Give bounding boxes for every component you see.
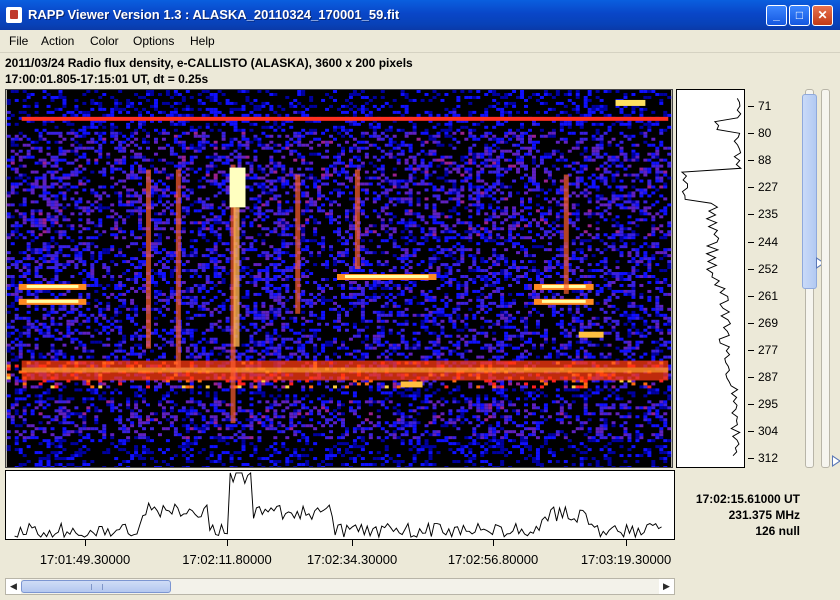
emission-band [26,299,79,303]
cursor-frequency: 231.375 MHz [728,508,800,522]
time-tick-label: 17:02:56.80000 [447,552,539,567]
time-tick-mark [85,540,86,546]
time-tick-label: 17:01:49.30000 [39,552,131,567]
minimize-icon: _ [773,8,780,22]
frequency-tick-mark [748,268,754,270]
emission-band [21,367,669,373]
menu-help[interactable]: Help [190,34,215,48]
frequency-tick-label: 88 [758,153,772,168]
frequency-tick-label: 261 [758,288,779,303]
java-app-icon [6,7,22,23]
time-profile-plot[interactable] [5,470,675,540]
frequency-tick-mark [748,377,754,378]
cursor-value: 126 null [755,524,800,538]
frequency-tick-label: 252 [758,261,779,276]
frequency-tick-mark [748,322,754,324]
burst-column [175,169,181,369]
frequency-profile-plot[interactable] [676,89,745,468]
scroll-thumb[interactable] [21,580,171,593]
frequency-axis: 71 80 88 227 235 244 252 261 269 277 287 295 304 312 [745,89,795,468]
frequency-tick-label: 244 [758,234,779,249]
frequency-tick-label: 287 [758,370,779,384]
frequency-tick-mark [748,458,754,460]
time-tick-label: 17:02:34.30000 [306,552,398,567]
burst-column [295,174,301,314]
upper-frequency-scroll[interactable] [802,89,825,468]
frequency-tick-mark [748,133,754,135]
burst-column [563,174,569,294]
close-icon: ✕ [817,8,828,22]
scroll-track [821,89,830,468]
emission-band [26,284,79,288]
frequency-tick-mark [748,187,754,189]
frequency-tick-label: 312 [758,451,779,466]
window-title: RAPP Viewer Version 1.3 : ALASKA_2011032… [28,7,400,22]
maximize-button[interactable]: □ [789,5,810,26]
emission-band [578,331,604,338]
time-scrollbar[interactable]: ◀ ▶ [5,578,675,595]
frequency-tick-label: 304 [758,424,779,439]
time-tick-mark [626,540,627,546]
slider-pointer-icon[interactable] [832,455,840,467]
frequency-tick-mark [748,295,754,297]
burst-column [233,207,240,347]
minimize-button[interactable]: _ [766,5,787,26]
emission-band [615,99,646,106]
frequency-tick-mark [748,241,754,243]
burst-column [354,169,360,270]
frequency-tick-label: 71 [758,99,772,113]
emission-band [344,275,429,279]
emission-band [541,299,586,303]
scroll-left-icon[interactable]: ◀ [6,579,21,594]
frequency-tick-mark [748,106,754,107]
frequency-tick-label: 80 [758,126,772,141]
frequency-tick-mark [748,214,754,216]
emission-band [400,381,423,388]
frequency-tick-label: 235 [758,207,779,222]
cursor-time: 17:02:15.61000 UT [695,492,800,506]
grip-icon [91,584,103,590]
time-range-info: 17:00:01.805-17:15:01 UT, dt = 0.25s [5,72,209,86]
scroll-right-icon[interactable]: ▶ [659,579,674,594]
time-axis: 17:01:49.30000 17:02:11.80000 17:02:34.300… [5,540,675,574]
frequency-tick-label: 227 [758,180,779,195]
frequency-tick-mark [748,349,754,351]
time-tick-label: 17:02:11.80000 [182,552,272,567]
scroll-thumb[interactable] [802,94,817,289]
burst-column [146,169,151,349]
frequency-tick-label: 295 [758,397,779,412]
frequency-tick-label: 277 [758,342,779,357]
time-tick-mark [493,540,494,546]
menu-color[interactable]: Color [90,34,119,48]
frequency-tick-mark [748,431,754,433]
spectrogram-image[interactable] [5,89,673,468]
emission-band [21,116,669,121]
menu-bar: File Action Color Options Help [0,30,840,53]
burst-column [229,167,246,208]
menu-action[interactable]: Action [41,34,74,48]
menu-file[interactable]: File [9,34,28,48]
time-profile-line [14,471,662,539]
menu-options[interactable]: Options [133,34,174,48]
maximize-icon: □ [795,8,804,22]
time-tick-label: 17:03:19.30000 [580,552,672,567]
frequency-tick-mark [748,160,754,162]
time-tick-mark [227,540,228,546]
frequency-tick-label: 269 [758,315,779,330]
time-tick-mark [352,540,353,546]
frequency-tick-mark [748,404,754,406]
window-titlebar[interactable]: RAPP Viewer Version 1.3 : ALASKA_2011032… [0,0,840,30]
close-button[interactable]: ✕ [812,5,833,26]
frequency-profile-line [680,98,743,457]
observation-info: 2011/03/24 Radio flux density, e-CALLIST… [5,56,413,70]
lower-frequency-scroll[interactable] [818,89,840,468]
